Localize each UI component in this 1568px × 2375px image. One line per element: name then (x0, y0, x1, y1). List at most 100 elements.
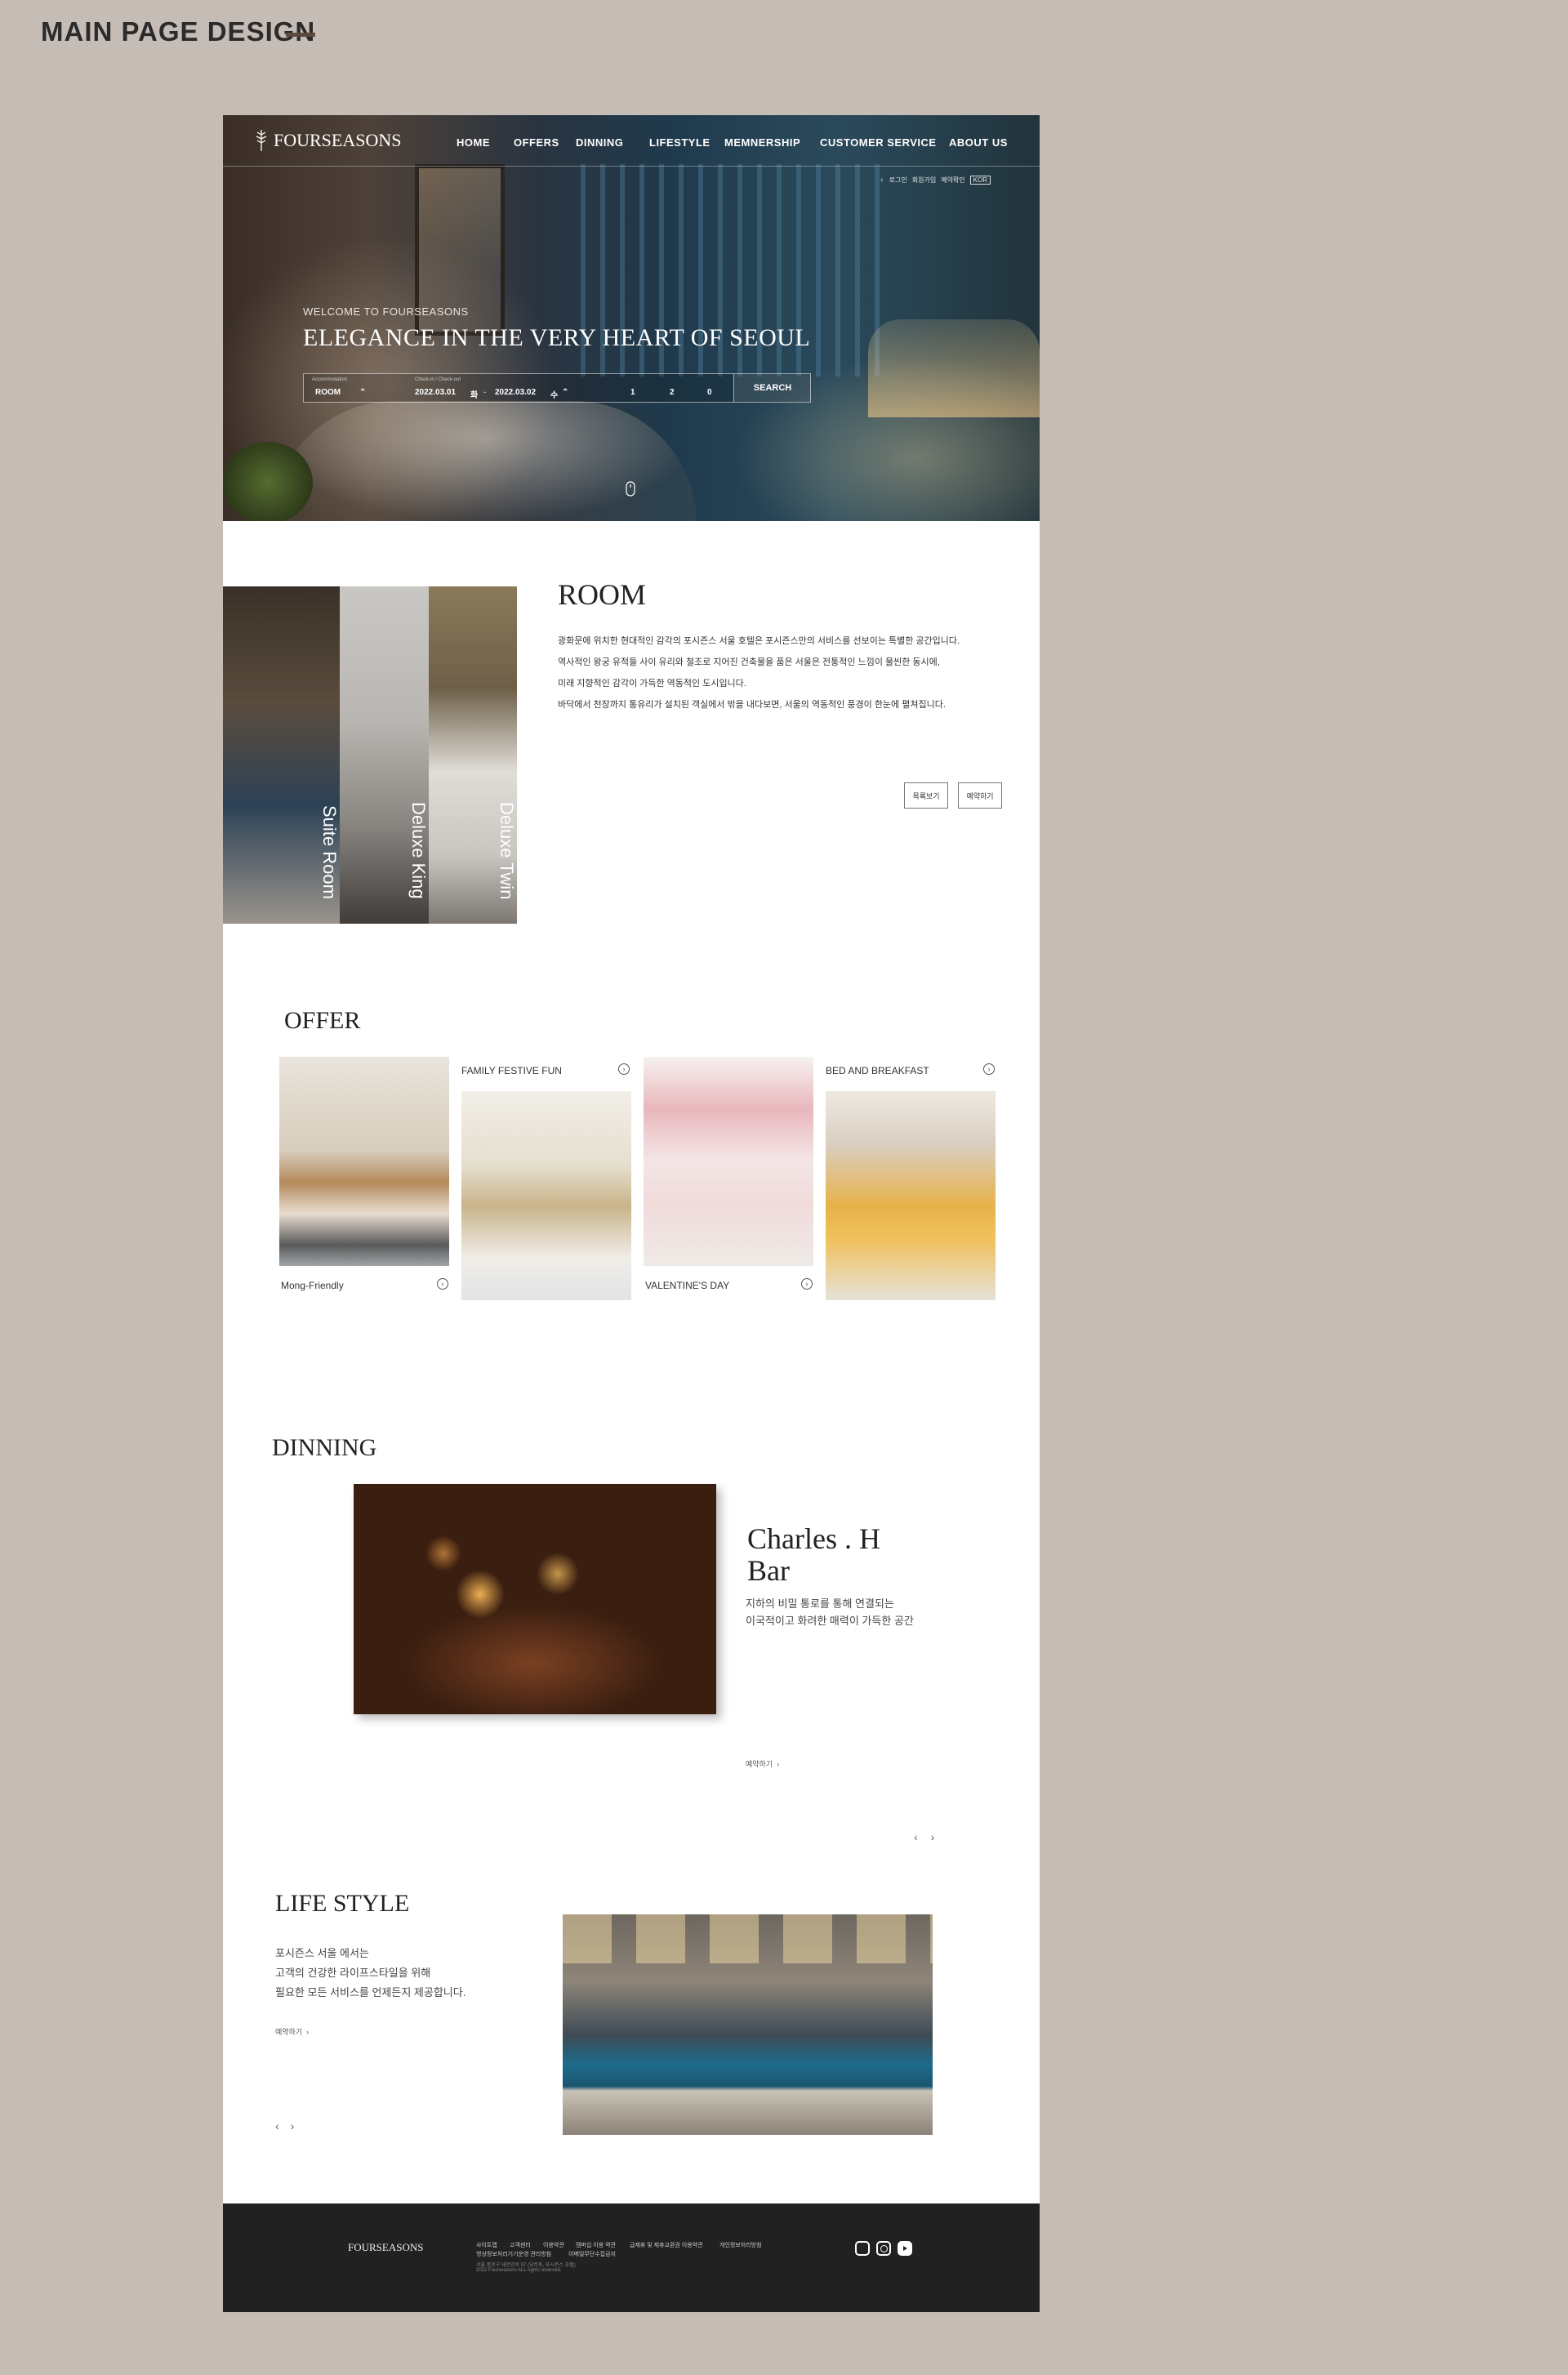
user-icon: ♀ (879, 176, 884, 184)
logo-text: FOURSEASONS (274, 130, 402, 150)
nav-home[interactable]: HOME (457, 136, 490, 149)
room-strip-label: Suite Room (319, 805, 340, 899)
reserve-button[interactable]: 예약하기 (958, 782, 1002, 809)
footer-link-membership-terms[interactable]: 멤버십 이용 약관 (576, 2241, 616, 2249)
chevron-right-icon[interactable]: › (931, 1830, 935, 1843)
lifestyle-ceiling-lights (563, 1914, 933, 1963)
footer-link-sitemap[interactable]: 사이트맵 (476, 2241, 497, 2249)
top-navigation: FOURSEASONS HOME OFFERS DINNING LIFESTYL… (223, 115, 1040, 167)
checkout-date[interactable]: 2022.03.02 (495, 388, 536, 397)
booking-bar: Accommodation ROOM ⌃ Check-in / Check-ou… (303, 373, 811, 403)
room-title: ROOM (558, 578, 647, 611)
dinning-venue-name: Charles . H Bar (747, 1523, 880, 1587)
list-view-button[interactable]: 목록보기 (904, 782, 948, 809)
room-desc-line: 미래 지향적인 감각이 가득한 역동적인 도시입니다. (558, 679, 746, 688)
room-strip-deluxe-twin[interactable]: Deluxe Twin (429, 586, 517, 924)
board-title: MAIN PAGE DESIGN (41, 16, 316, 47)
checkin-day: 화 (470, 391, 479, 400)
children-count[interactable]: 0 (707, 388, 712, 397)
site-logo[interactable]: FOURSEASONS (256, 130, 402, 151)
leaf-icon (256, 130, 267, 151)
language-toggle[interactable]: KOR (969, 176, 991, 185)
dinning-title: DINNING (272, 1434, 377, 1461)
lifestyle-slider-arrows: ‹ › (275, 2119, 294, 2132)
nav-about-us[interactable]: ABOUT US (949, 136, 1008, 149)
nav-customer-service[interactable]: CUSTOMER SERVICE (820, 136, 937, 149)
dinning-desc-line: 이국적이고 화려한 매력이 가득한 공간 (746, 1615, 914, 1627)
offer-card-image-mong-friendly[interactable] (279, 1057, 449, 1266)
dinning-venue-name-line: Bar (747, 1554, 790, 1587)
booking-type-select[interactable]: ROOM (315, 388, 341, 397)
offer-card-label[interactable]: VALENTINE'S DAY (645, 1280, 729, 1291)
lifestyle-desc-line: 포시즌스 서울 에서는 (275, 1947, 369, 1959)
room-strip-deluxe-king[interactable]: Deluxe King (340, 586, 429, 924)
offer-card-image-bed-and-breakfast[interactable] (826, 1091, 996, 1300)
offer-card-label[interactable]: Mong-Friendly (281, 1280, 344, 1291)
board-title-dash (286, 33, 315, 37)
chevron-right-icon[interactable]: › (983, 1063, 995, 1075)
chevron-right-icon[interactable]: › (291, 2119, 295, 2132)
footer-link-terms[interactable]: 이용약관 (543, 2241, 564, 2249)
hero-title: ELEGANCE IN THE VERY HEART OF SEOUL (303, 324, 811, 351)
hero-plant (223, 442, 313, 521)
chevron-right-icon[interactable]: › (801, 1278, 813, 1290)
footer-logo[interactable]: FOURSEASONS (348, 2241, 423, 2254)
lifestyle-reserve-link[interactable]: 예약하기 › (275, 2026, 309, 2037)
chevron-up-icon[interactable]: ⌃ (562, 388, 568, 397)
rooms-count[interactable]: 1 (630, 388, 635, 397)
footer-link-privacy[interactable]: 개인정보처리방침 (719, 2241, 762, 2249)
room-desc-line: 바닥에서 천장까지 통유리가 설치된 객실에서 밖을 내다보면, 서울의 역동적… (558, 700, 946, 710)
chevron-right-icon: › (774, 1760, 780, 1768)
chevron-up-icon[interactable]: ⌃ (359, 388, 366, 397)
booking-dates-label: Check-in / Check-out (415, 377, 461, 382)
offer-title: OFFER (284, 1007, 361, 1034)
room-desc-line: 역사적인 왕궁 유적들 사이 유리와 철조로 지어진 건축물을 품은 서울은 전… (558, 657, 940, 667)
checkout-day: 수 (550, 391, 559, 400)
lifestyle-desc-line: 고객의 건강한 라이프스타일을 위해 (275, 1967, 431, 1979)
nav-offers[interactable]: OFFERS (514, 136, 559, 149)
dinning-reserve-label: 예약하기 (746, 1760, 773, 1768)
youtube-icon[interactable] (898, 2241, 912, 2256)
room-strip-label: Deluxe Twin (497, 801, 517, 899)
room-strips: Suite Room Deluxe King Deluxe Twin (223, 586, 517, 924)
chevron-right-icon[interactable]: › (618, 1063, 630, 1075)
room-strip-suite[interactable]: Suite Room (223, 586, 340, 924)
lifestyle-reserve-label: 예약하기 (275, 2028, 303, 2036)
dinning-reserve-link[interactable]: 예약하기 › (746, 1758, 779, 1769)
footer-address: 서울 종로구 새문안로 97 (당주동, 포시즌스 호텔) (476, 2263, 576, 2268)
offer-card-image-family-festive-fun[interactable] (461, 1091, 631, 1300)
footer-link-email-policy[interactable]: 이메일무단수집금지 (568, 2250, 616, 2258)
login-link[interactable]: 로그인 (889, 176, 907, 185)
offer-card-image-valentines-day[interactable] (644, 1057, 813, 1266)
nav-membership[interactable]: MEMNERSHIP (724, 136, 800, 149)
chevron-right-icon[interactable]: › (437, 1278, 448, 1290)
page-mockup: FOURSEASONS HOME OFFERS DINNING LIFESTYL… (223, 115, 1040, 2312)
room-desc-line: 광화문에 위치한 현대적인 감각의 포시즌스 서울 호텔은 포시즌스만의 서비스… (558, 636, 960, 646)
footer-copyright: 2022 Fourseasons ALL rights reserved. (476, 2268, 562, 2273)
hero-pillow (272, 401, 697, 521)
signup-link[interactable]: 회원가입 (912, 176, 936, 185)
dinning-image[interactable] (354, 1484, 716, 1714)
hero-palace-lights (868, 319, 1040, 417)
offer-card-label[interactable]: FAMILY FESTIVE FUN (461, 1065, 562, 1076)
play-triangle (902, 2246, 907, 2251)
footer-link-cctv-policy[interactable]: 영상정보처리기기운영 관리방침 (476, 2250, 551, 2258)
chevron-left-icon[interactable]: ‹ (275, 2119, 279, 2132)
footer: FOURSEASONS 사이트맵 고객센터 이용약관 멤버십 이용 약관 급제휴… (223, 2203, 1040, 2312)
checkin-date[interactable]: 2022.03.01 (415, 388, 456, 397)
lifestyle-desc-line: 필요한 모든 서비스를 언제든지 제공합니다. (275, 1986, 466, 1998)
reservation-check-link[interactable]: 예약확인 (941, 176, 964, 185)
booking-type-label: Accommodation (312, 377, 348, 382)
footer-link-support[interactable]: 고객센터 (510, 2241, 531, 2249)
footer-link-partner-terms[interactable]: 급제휴 및 제휴교환권 이용약관 (630, 2241, 703, 2249)
search-button[interactable]: SEARCH (733, 374, 811, 402)
adults-count[interactable]: 2 (670, 388, 675, 397)
scroll-mouse-icon[interactable] (626, 481, 635, 497)
room-strip-label: Deluxe King (408, 802, 429, 899)
chevron-left-icon[interactable]: ‹ (914, 1830, 918, 1843)
nav-dinning[interactable]: DINNING (576, 136, 623, 149)
kakao-icon[interactable] (855, 2241, 870, 2256)
instagram-icon[interactable] (876, 2241, 891, 2256)
nav-lifestyle[interactable]: LIFESTYLE (649, 136, 710, 149)
offer-card-label[interactable]: BED AND BREAKFAST (826, 1065, 929, 1076)
